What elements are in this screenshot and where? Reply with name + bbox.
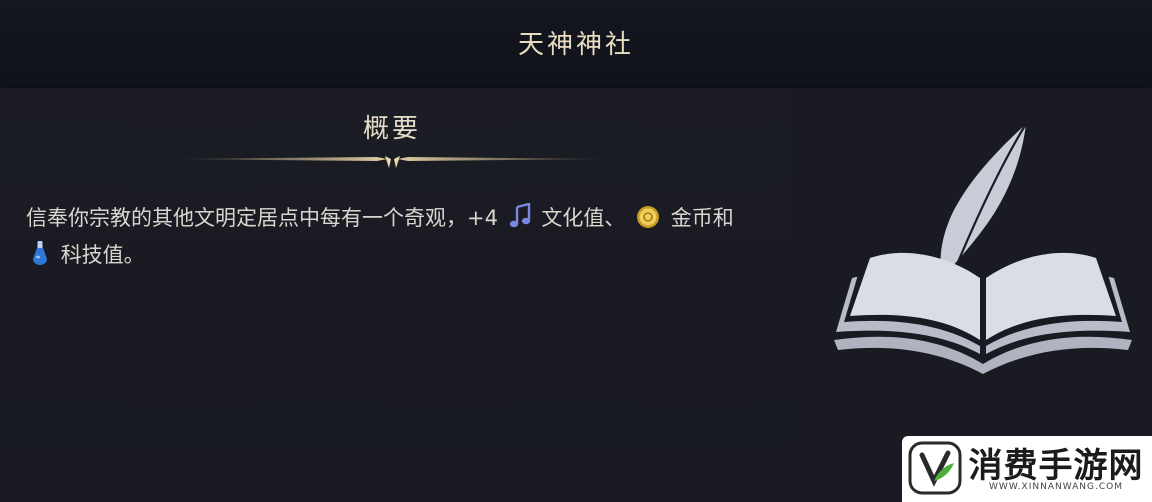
section-title: 概要 [362, 114, 421, 144]
music-note-icon [509, 203, 530, 228]
leaf-logo-icon [908, 441, 962, 495]
watermark-text: 消费手游网 [968, 446, 1144, 486]
gold-label: 金币和 [670, 206, 734, 230]
overview-panel: 概要 信奉你宗教的其他文明定居点中每有一个奇观，+4 文化值、 金币和 科技值。 [0, 88, 792, 502]
culture-amount: +4 [467, 206, 498, 230]
ornament-divider [165, 156, 620, 168]
watermark-url: WWW.XINNANWANG.COM [989, 482, 1123, 492]
science-label: 科技值。 [60, 243, 145, 267]
culture-label: 文化值、 [541, 206, 626, 230]
book-quill-icon [834, 123, 1132, 374]
gold-coin-icon [637, 206, 660, 228]
page-title: 天神神社 [517, 30, 634, 60]
header-bar: 天神神社 [0, 0, 1152, 86]
description-text: 信奉你宗教的其他文明定居点中每有一个奇观，+4 文化值、 金币和 科技值。 [26, 200, 766, 274]
flask-icon [33, 241, 47, 265]
description-part1: 信奉你宗教的其他文明定居点中每有一个奇观， [26, 206, 467, 230]
watermark-badge: 消费手游网 WWW.XINNANWANG.COM [902, 436, 1152, 502]
